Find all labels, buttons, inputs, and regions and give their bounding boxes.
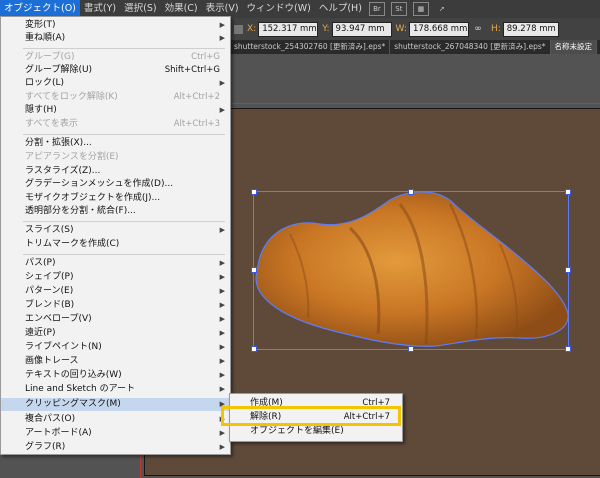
handle-top[interactable] bbox=[408, 189, 414, 195]
menu-item-slice[interactable]: スライス(S) ▶ bbox=[1, 224, 230, 237]
menu-item-line-sketch[interactable]: Line and Sketch のアート ▶ bbox=[1, 383, 230, 396]
h-field[interactable]: 89.278 mm bbox=[502, 21, 559, 37]
menu-item-compound-path[interactable]: 複合パス(O) ▶ bbox=[1, 413, 230, 426]
submenu-arrow-icon: ▶ bbox=[219, 443, 225, 451]
menu-item-transform[interactable]: 変形(T) ▶ bbox=[1, 19, 230, 32]
menu-separator bbox=[23, 134, 225, 135]
submenu-arrow-icon: ▶ bbox=[219, 273, 225, 281]
w-field[interactable]: 178.668 mm bbox=[408, 21, 469, 37]
submenu-arrow-icon: ▶ bbox=[219, 343, 225, 351]
submenu-arrow-icon: ▶ bbox=[219, 259, 225, 267]
menu-item-hide[interactable]: 隠す(H) ▶ bbox=[1, 104, 230, 117]
menu-item-expand-appearance[interactable]: アピアランスを分割(E) bbox=[1, 151, 230, 164]
reference-point-icon[interactable] bbox=[234, 24, 243, 34]
menu-window[interactable]: ウィンドウ(W) bbox=[243, 0, 315, 18]
menu-item-ungroup[interactable]: グループ解除(U) Shift+Ctrl+G bbox=[1, 64, 230, 77]
submenu-arrow-icon: ▶ bbox=[219, 329, 225, 337]
submenu-arrow-icon: ▶ bbox=[219, 34, 225, 42]
handle-top-right[interactable] bbox=[565, 189, 571, 195]
submenu-arrow-icon: ▶ bbox=[219, 357, 225, 365]
handle-bottom-right[interactable] bbox=[565, 346, 571, 352]
submenu-arrow-icon: ▶ bbox=[219, 226, 225, 234]
y-label: Y: bbox=[322, 24, 330, 34]
release-highlight-box bbox=[221, 406, 401, 426]
menu-item-expand[interactable]: 分割・拡張(X)... bbox=[1, 137, 230, 150]
submenu-arrow-icon: ▶ bbox=[219, 429, 225, 437]
document-tabs: shutterstock_254302760 [更新済み].eps* shutt… bbox=[230, 40, 600, 54]
submenu-arrow-icon: ▶ bbox=[219, 371, 225, 379]
rocket-icon[interactable]: ➚ bbox=[435, 3, 449, 15]
menu-item-path[interactable]: パス(P) ▶ bbox=[1, 257, 230, 270]
menu-item-envelope[interactable]: エンベロープ(V) ▶ bbox=[1, 313, 230, 326]
h-label: H: bbox=[490, 24, 501, 34]
menu-item-live-paint[interactable]: ライブペイント(N) ▶ bbox=[1, 341, 230, 354]
handle-top-left[interactable] bbox=[251, 189, 257, 195]
handle-bottom[interactable] bbox=[408, 346, 414, 352]
menu-separator bbox=[23, 48, 225, 49]
submenu-item-edit-contents[interactable]: オブジェクトを編集(E) bbox=[230, 425, 402, 438]
submenu-arrow-icon: ▶ bbox=[219, 79, 225, 87]
link-icon[interactable]: ∞ bbox=[472, 23, 484, 35]
menu-item-flatten-transparency[interactable]: 透明部分を分割・統合(F)... bbox=[1, 205, 230, 218]
submenu-arrow-icon: ▶ bbox=[219, 21, 225, 29]
control-bar: X: 152.317 mm Y: 93.947 mm W: 178.668 mm… bbox=[230, 18, 600, 40]
y-field[interactable]: 93.947 mm bbox=[331, 21, 392, 37]
x-label: X: bbox=[247, 24, 257, 34]
menu-item-artboards[interactable]: アートボード(A) ▶ bbox=[1, 427, 230, 440]
bridge-button[interactable]: Br bbox=[368, 2, 385, 16]
handle-right[interactable] bbox=[565, 267, 571, 273]
menu-item-shape[interactable]: シェイプ(P) ▶ bbox=[1, 271, 230, 284]
menu-help[interactable]: ヘルプ(H) bbox=[315, 0, 366, 18]
menu-item-unlock-all[interactable]: すべてをロック解除(K) Alt+Ctrl+2 bbox=[1, 91, 230, 104]
menu-item-show-all[interactable]: すべてを表示 Alt+Ctrl+3 bbox=[1, 118, 230, 131]
handle-left[interactable] bbox=[251, 267, 257, 273]
menu-item-text-wrap[interactable]: テキストの回り込み(W) ▶ bbox=[1, 369, 230, 382]
menu-item-clipping-mask[interactable]: クリッピングマスク(M) ▶ bbox=[1, 398, 230, 411]
menu-item-blend[interactable]: ブレンド(B) ▶ bbox=[1, 299, 230, 312]
w-label: W: bbox=[395, 24, 407, 34]
handle-bottom-left[interactable] bbox=[251, 346, 257, 352]
menu-item-image-trace[interactable]: 画像トレース ▶ bbox=[1, 355, 230, 368]
menu-separator bbox=[23, 221, 225, 222]
menu-item-arrange[interactable]: 重ね順(A) ▶ bbox=[1, 32, 230, 45]
menu-item-rasterize[interactable]: ラスタライズ(Z)... bbox=[1, 165, 230, 178]
bleed-guide-horizontal bbox=[230, 103, 600, 104]
submenu-arrow-icon: ▶ bbox=[219, 315, 225, 323]
menu-item-perspective[interactable]: 遠近(P) ▶ bbox=[1, 327, 230, 340]
submenu-arrow-icon: ▶ bbox=[219, 106, 225, 114]
menu-item-group[interactable]: グループ(G) Ctrl+G bbox=[1, 51, 230, 64]
x-field[interactable]: 152.317 mm bbox=[258, 21, 319, 37]
workspace-icon[interactable]: ▦ bbox=[412, 2, 429, 16]
tab-doc-3[interactable]: 名称未設定 bbox=[550, 40, 597, 54]
menu-item-trim-marks[interactable]: トリムマークを作成(C) bbox=[1, 238, 230, 251]
submenu-arrow-icon: ▶ bbox=[219, 301, 225, 309]
tab-doc-2[interactable]: shutterstock_267048340 [更新済み].eps* bbox=[390, 40, 551, 54]
menu-item-graph[interactable]: グラフ(R) ▶ bbox=[1, 441, 230, 454]
menu-item-mosaic[interactable]: モザイクオブジェクトを作成(J)... bbox=[1, 192, 230, 205]
submenu-arrow-icon: ▶ bbox=[219, 385, 225, 393]
menu-item-pattern[interactable]: パターン(E) ▶ bbox=[1, 285, 230, 298]
selection-bounding-box[interactable] bbox=[253, 191, 569, 350]
submenu-arrow-icon: ▶ bbox=[219, 287, 225, 295]
menu-item-lock[interactable]: ロック(L) ▶ bbox=[1, 77, 230, 90]
tab-doc-1[interactable]: shutterstock_254302760 [更新済み].eps* bbox=[230, 40, 391, 54]
menu-separator bbox=[23, 254, 225, 255]
object-menu: 変形(T) ▶ 重ね順(A) ▶ グループ(G) Ctrl+G グループ解除(U) Sh… bbox=[0, 16, 231, 455]
stock-button[interactable]: St bbox=[390, 2, 407, 16]
menu-item-gradient-mesh[interactable]: グラデーションメッシュを作成(D)... bbox=[1, 178, 230, 191]
